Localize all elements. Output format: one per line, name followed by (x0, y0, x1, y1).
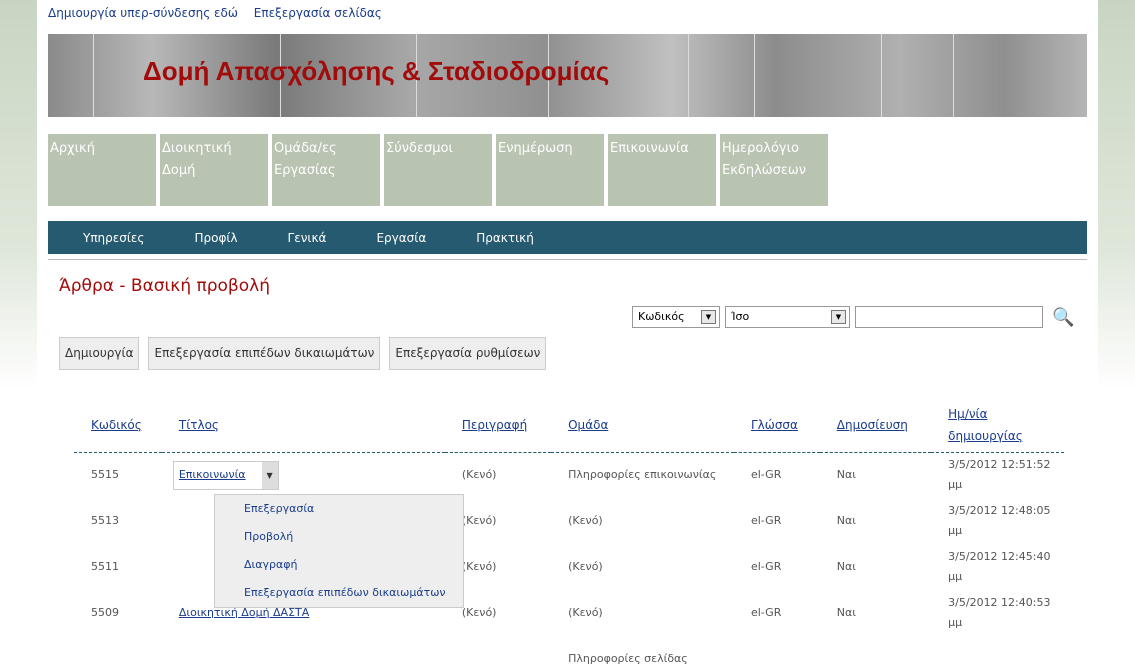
search-input[interactable] (855, 306, 1043, 328)
edit-permissions-button[interactable]: Επεξεργασία επιπέδων δικαιωμάτων (148, 337, 381, 370)
col-created[interactable]: Ημ/νία δημιουργίας (931, 398, 1064, 453)
operator-select[interactable]: Ίσο ▼ (725, 306, 850, 328)
cell-created: 3/5/2012 12:40:53 μμ (948, 596, 1051, 629)
tile-news[interactable]: Ενημέρωση (496, 134, 604, 206)
toolbar: Δημιουργία Επεξεργασία επιπέδων δικαιωμά… (59, 337, 547, 370)
cell-language: el-GR (750, 606, 782, 619)
tile-admin[interactable]: Διοικητική Δομή (160, 134, 268, 206)
col-title[interactable]: Τίτλος (161, 398, 445, 453)
chevron-down-icon: ▼ (831, 310, 846, 324)
col-id[interactable]: Κωδικός (74, 398, 162, 453)
page: Δημιουργία υπερ-σύνδεσης εδώ Επεξεργασία… (37, 0, 1098, 667)
col-id-link[interactable]: Κωδικός (91, 418, 142, 432)
page-title: Άρθρα - Βασική προβολή (59, 276, 271, 296)
top-links: Δημιουργία υπερ-σύνδεσης εδώ Επεξεργασία… (48, 6, 394, 20)
cell-created: 3/5/2012 12:48:05 μμ (948, 504, 1051, 537)
create-hyperlink-link[interactable]: Δημιουργία υπερ-σύνδεσης εδώ (48, 6, 238, 20)
cell-language: el-GR (750, 514, 782, 527)
tile-home[interactable]: Αρχική (48, 134, 156, 206)
cell-description (445, 636, 551, 667)
cell-published (820, 636, 931, 667)
table-row: 5515 Επικοινωνία ▼ (Κενό) Πληροφορίες επικοι… (74, 452, 1064, 498)
col-group-link[interactable]: Ομάδα (568, 418, 608, 432)
cell-id: 5515 (91, 468, 119, 482)
cell-language: el-GR (750, 560, 782, 573)
cell-created: 3/5/2012 12:51:52 μμ (948, 458, 1051, 492)
cell-group: Πληροφορίες επικοινωνίας (568, 468, 717, 482)
table-row: Πληροφορίες σελίδας (74, 636, 1064, 667)
cell-id: 5511 (91, 560, 119, 573)
cell-group: Πληροφορίες σελίδας (568, 652, 688, 665)
cell-id: 5509 (91, 606, 119, 619)
cell-published: Ναι (836, 468, 856, 482)
field-select-value: Κωδικός (638, 310, 685, 323)
col-published-link[interactable]: Δημοσίευση (837, 418, 908, 432)
nav-internship[interactable]: Πρακτική (476, 221, 534, 254)
cell-title (162, 636, 445, 667)
cell-id: 5513 (91, 514, 119, 527)
filter-bar: Κωδικός ▼ Ίσο ▼ 🔍 (632, 306, 1074, 328)
col-description[interactable]: Περιγραφή (444, 398, 552, 453)
cell-title: Επικοινωνία ▼ (162, 452, 445, 498)
edit-settings-button[interactable]: Επεξεργασία ρυθμίσεων (389, 337, 547, 370)
tile-links[interactable]: Σύνδεσμοι (384, 134, 492, 206)
context-menu: Επεξεργασία Προβολή Διαγραφή Επεξεργασία… (214, 494, 464, 608)
col-description-link[interactable]: Περιγραφή (462, 418, 527, 432)
col-title-link[interactable]: Τίτλος (179, 418, 219, 432)
banner: Δομή Απασχόλησης & Σταδιοδρομίας (48, 34, 1087, 117)
chevron-down-icon: ▼ (701, 310, 716, 324)
col-group[interactable]: Ομάδα (551, 398, 734, 453)
site-title: Δομή Απασχόλησης & Σταδιοδρομίας (143, 56, 610, 86)
search-icon[interactable]: 🔍 (1052, 307, 1074, 328)
col-language-link[interactable]: Γλώσσα (751, 418, 798, 432)
cell-published: Ναι (836, 560, 856, 573)
chevron-down-icon[interactable]: ▼ (261, 461, 278, 489)
tile-contact[interactable]: Επικοινωνία (608, 134, 716, 206)
cell-group: (Κενό) (568, 606, 603, 619)
col-created-link[interactable]: Ημ/νία δημιουργίας (948, 407, 1023, 443)
tile-calendar[interactable]: Ημερολόγιο Εκδηλώσεων (720, 134, 828, 206)
title-link[interactable]: Επικοινωνία (174, 465, 262, 485)
field-select[interactable]: Κωδικός ▼ (632, 306, 720, 328)
menu-item-view[interactable]: Προβολή (215, 526, 463, 554)
title-dropdown[interactable]: Επικοινωνία ▼ (172, 460, 279, 490)
cell-language (734, 636, 820, 667)
nav-bar: Υπηρεσίες Προφίλ Γενικά Εργασία Πρακτική (48, 221, 1087, 254)
create-button[interactable]: Δημιουργία (59, 337, 140, 370)
col-published[interactable]: Δημοσίευση (819, 398, 932, 453)
nav-work[interactable]: Εργασία (376, 221, 426, 254)
cell-language: el-GR (750, 468, 782, 482)
nav-services[interactable]: Υπηρεσίες (83, 221, 144, 254)
operator-select-value: Ίσο (731, 310, 750, 323)
edit-page-link[interactable]: Επεξεργασία σελίδας (254, 6, 382, 20)
nav-general[interactable]: Γενικά (288, 221, 327, 254)
menu-item-edit-permissions[interactable]: Επεξεργασία επιπέδων δικαιωμάτων (215, 582, 463, 610)
cell-group: (Κενό) (568, 560, 603, 573)
col-language[interactable]: Γλώσσα (733, 398, 820, 453)
cell-published: Ναι (836, 514, 856, 527)
nav-profile[interactable]: Προφίλ (194, 221, 237, 254)
cell-id (74, 636, 162, 667)
cell-published: Ναι (836, 606, 856, 619)
menu-item-edit[interactable]: Επεξεργασία (215, 498, 463, 526)
cell-description: (Κενό) (461, 468, 497, 482)
menu-item-delete[interactable]: Διαγραφή (215, 554, 463, 582)
cell-created: 3/5/2012 12:45:40 μμ (948, 550, 1051, 583)
main-menu: Αρχική Διοικητική Δομή Ομάδα/ες Εργασίας… (48, 134, 828, 206)
cell-group: (Κενό) (568, 514, 603, 527)
tile-workgroups[interactable]: Ομάδα/ες Εργασίας (272, 134, 380, 206)
cell-created (931, 636, 1064, 667)
divider (48, 259, 1087, 260)
